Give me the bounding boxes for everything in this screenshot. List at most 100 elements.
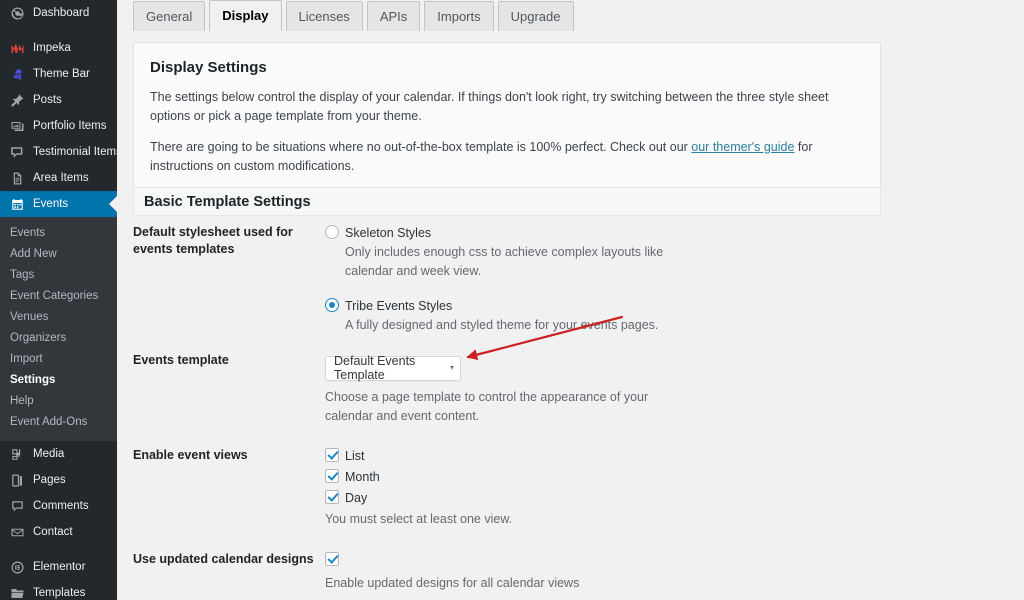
tab-upgrade[interactable]: Upgrade [498,1,574,31]
submenu-item-events[interactable]: Events [0,223,117,244]
sidebar-item-testimonial-items[interactable]: Testimonial Items [0,139,117,165]
sidebar-item-label: Pages [33,467,66,493]
sidebar-item-theme-bar[interactable]: Theme Bar [0,61,117,87]
view-option-body: Day [345,489,367,507]
images-icon [8,117,26,135]
basic-template-settings-header: Basic Template Settings [133,187,881,216]
view-option-label: Day [345,491,367,505]
submenu-item-import[interactable]: Import [0,349,117,370]
sidebar-item-label: Contact [33,519,73,545]
sidebar-top-items: Dashboard ImpekaTheme BarPostsPortfolio I… [0,0,117,217]
submenu-item-event-add-ons[interactable]: Event Add-Ons [0,412,117,433]
events-template-select-value: Default Events Template [334,354,440,382]
stylesheet-option-label: Tribe Events Styles [345,299,452,313]
submenu-item-help[interactable]: Help [0,391,117,412]
elementor-icon [8,558,26,576]
events-template-helper: Choose a page template to control the ap… [325,388,665,426]
tab-display[interactable]: Display [209,0,281,31]
label-enable-event-views: Enable event views [117,447,325,464]
impeka-icon [8,39,26,57]
comment-icon [8,143,26,161]
stylesheet-radio-group: Skeleton StylesOnly includes enough css … [325,224,1024,334]
sidebar-item-dashboard[interactable]: Dashboard [0,0,117,26]
sidebar-item-contact[interactable]: Contact [0,519,117,545]
sidebar-item-label: Impeka [33,35,71,61]
sidebar-item-comments[interactable]: Comments [0,493,117,519]
panel-paragraph-2-before: There are going to be situations where n… [150,140,691,154]
sidebar-item-label: Portfolio Items [33,113,107,139]
events-submenu: EventsAdd NewTagsEvent CategoriesVenuesO… [0,217,117,441]
view-option-body: Month [345,468,380,486]
tab-licenses[interactable]: Licenses [286,1,363,31]
sidebar-item-templates[interactable]: Templates [0,580,117,600]
sidebar-item-label: Events [33,191,68,217]
radio-tribe-events-styles[interactable] [325,298,339,312]
checkbox-list[interactable] [325,448,339,462]
submenu-item-venues[interactable]: Venues [0,307,117,328]
sidebar-item-label: Templates [33,580,85,600]
field-enable-event-views: ListMonthDay You must select at least on… [325,447,1024,529]
sidebar-item-portfolio-items[interactable]: Portfolio Items [0,113,117,139]
tab-apis[interactable]: APIs [367,1,420,31]
updated-designs-helper: Enable updated designs for all calendar … [325,574,665,593]
main-content: GeneralDisplayLicensesAPIsImportsUpgrade… [117,0,1024,600]
row-default-stylesheet: Default stylesheet used for events templ… [117,224,1024,334]
panel-paragraph-1: The settings below control the display o… [150,88,864,127]
sidebar-item-label: Elementor [33,554,85,580]
sidebar-item-label: Testimonial Items [33,139,117,165]
submenu-item-organizers[interactable]: Organizers [0,328,117,349]
sidebar-item-label: Posts [33,87,62,113]
settings-form: Default stylesheet used for events templ… [117,224,1024,600]
row-updated-calendar-designs: Use updated calendar designs Enable upda… [117,551,1024,593]
events-template-select[interactable]: Default Events Template ▾ [325,356,461,381]
media-icon [8,445,26,463]
stylesheet-option-desc: Only includes enough css to achieve comp… [345,243,690,281]
view-option-body: List [345,447,364,465]
page-title: Display Settings [150,59,864,76]
sidebar-item-elementor[interactable]: Elementor [0,554,117,580]
tab-imports[interactable]: Imports [424,1,493,31]
checkbox-month[interactable] [325,469,339,483]
radio-skeleton-styles[interactable] [325,225,339,239]
updated-designs-checkbox[interactable] [325,552,339,566]
sidebar-item-label: Dashboard [33,0,89,26]
field-default-stylesheet: Skeleton StylesOnly includes enough css … [325,224,1024,334]
admin-sidebar: Dashboard ImpekaTheme BarPostsPortfolio I… [0,0,117,600]
folder-icon [8,584,26,600]
pages-icon [8,471,26,489]
comments-icon [8,497,26,515]
view-option: Month [325,468,1024,486]
sidebar-item-area-items[interactable]: Area Items [0,165,117,191]
panel-paragraph-2: There are going to be situations where n… [150,138,864,177]
submenu-item-add-new[interactable]: Add New [0,244,117,265]
submenu-item-tags[interactable]: Tags [0,265,117,286]
submenu-item-event-categories[interactable]: Event Categories [0,286,117,307]
stylesheet-option-body: Skeleton StylesOnly includes enough css … [345,224,690,281]
page-icon [8,169,26,187]
themers-guide-link[interactable]: our themer's guide [691,140,794,154]
row-events-template: Events template Default Events Template … [117,352,1024,425]
view-option-label: List [345,449,364,463]
sidebar-separator [0,545,117,554]
stylesheet-option: Skeleton StylesOnly includes enough css … [325,224,1024,281]
view-option: List [325,447,1024,465]
submenu-item-settings[interactable]: Settings [0,370,117,391]
calendar-icon [8,195,26,213]
label-updated-calendar-designs: Use updated calendar designs [117,551,325,568]
field-events-template: Default Events Template ▾ Choose a page … [325,352,1024,425]
tab-general[interactable]: General [133,1,205,31]
checkbox-day[interactable] [325,490,339,504]
sidebar-item-label: Theme Bar [33,61,90,87]
sidebar-item-posts[interactable]: Posts [0,87,117,113]
sidebar-item-impeka[interactable]: Impeka [0,35,117,61]
field-updated-calendar-designs: Enable updated designs for all calendar … [325,551,1024,593]
sidebar-item-media[interactable]: Media [0,441,117,467]
theme-bar-icon [8,65,26,83]
sidebar-separator [0,26,117,35]
dashboard-icon [8,4,26,22]
stylesheet-option-desc: A fully designed and styled theme for yo… [345,316,658,335]
sidebar-item-label: Media [33,441,64,467]
sidebar-item-events[interactable]: Events [0,191,117,217]
sidebar-item-pages[interactable]: Pages [0,467,117,493]
sidebar-item-label: Area Items [33,165,89,191]
